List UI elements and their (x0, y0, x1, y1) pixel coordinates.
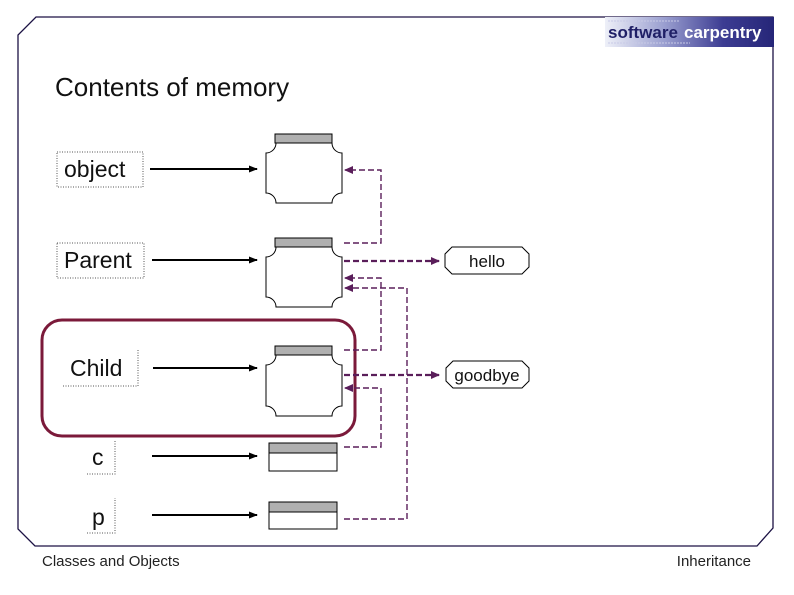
variable-parent: Parent (56, 242, 145, 279)
class-body (265, 354, 343, 417)
class-object-object (265, 133, 343, 204)
page-title: Contents of memory (55, 72, 289, 102)
logo-word-software: software (608, 23, 678, 42)
software-carpentry-logo: software carpentry (605, 17, 774, 47)
instance-header-bar (268, 442, 338, 454)
string-label: goodbye (454, 366, 519, 385)
variable-label: c (92, 444, 104, 470)
instance-object-c (268, 442, 338, 472)
class-body (265, 246, 343, 308)
ref-p-to-parent (344, 284, 408, 520)
slide-canvas: software carpentry Contents of memory ob… (17, 16, 774, 570)
class-header-bar (274, 345, 333, 356)
ref-parent-to-object (344, 166, 382, 244)
footer-left-text: Classes and Objects (42, 553, 180, 570)
variable-p: p (87, 498, 116, 534)
class-object-parent (265, 237, 343, 308)
string-goodbye: goodbye (445, 360, 530, 389)
instance-body (268, 452, 338, 472)
ref-child-to-parent (344, 274, 382, 351)
ref-c-to-child (344, 384, 382, 448)
instance-header-bar (268, 501, 338, 513)
variable-label: object (64, 156, 126, 182)
instance-body (268, 511, 338, 530)
logo-word-carpentry: carpentry (684, 23, 762, 42)
string-hello: hello (444, 246, 530, 275)
variable-label: Parent (64, 247, 132, 273)
variable-child: Child (63, 350, 139, 387)
variable-label: p (92, 504, 105, 530)
footer-right-text: Inheritance (677, 553, 751, 570)
class-object-child (265, 345, 343, 417)
instance-object-p (268, 501, 338, 530)
string-label: hello (469, 252, 505, 271)
variable-object: object (56, 151, 144, 188)
class-header-bar (274, 237, 333, 248)
variable-c: c (87, 440, 116, 475)
variable-label: Child (70, 355, 122, 381)
class-header-bar (274, 133, 333, 144)
class-body (265, 142, 343, 204)
